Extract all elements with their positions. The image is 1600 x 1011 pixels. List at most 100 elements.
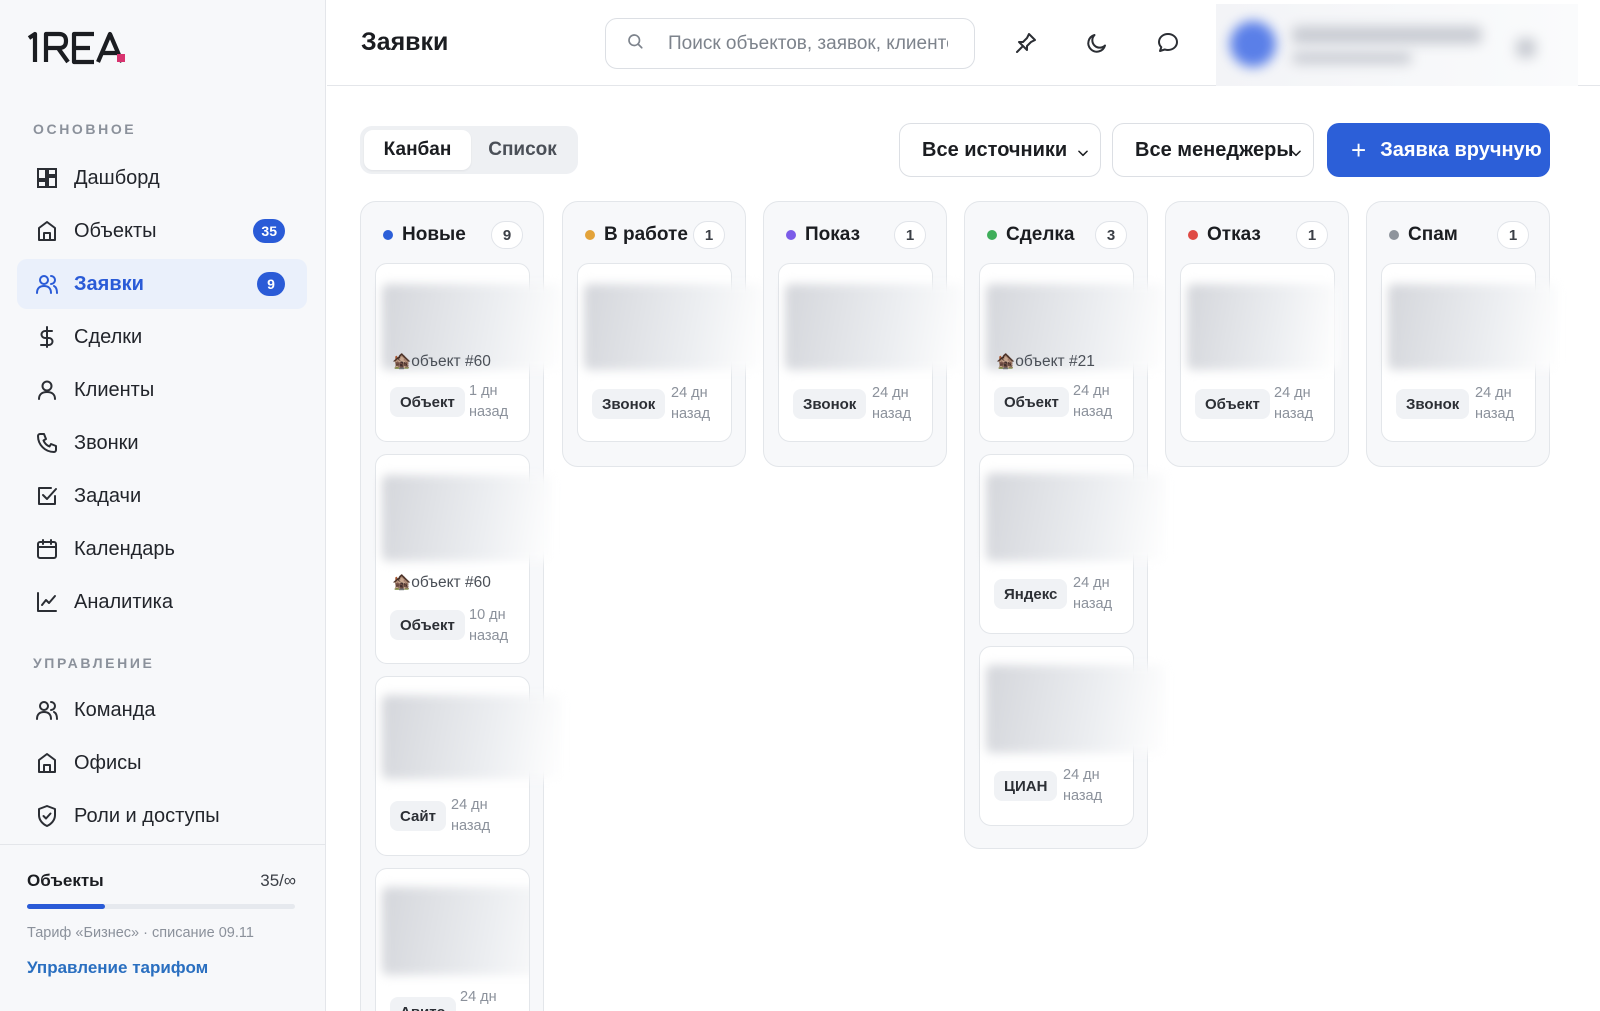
request-card[interactable]: Звонок 24 дн назад bbox=[577, 263, 764, 442]
card-time: 24 дн назад bbox=[1475, 383, 1514, 425]
usage-count: 35/∞ bbox=[260, 871, 296, 890]
kanban-column-new: Новые 9 🏚️объект #60 Объект 1 дн назад 🏚… bbox=[360, 201, 562, 1011]
sidebar-item-calendar[interactable]: Календарь bbox=[17, 524, 307, 574]
sidebar-item-label: Звонки bbox=[74, 431, 139, 454]
sidebar-item-label: Роли и доступы bbox=[74, 804, 220, 827]
sources-filter-value: Все источники bbox=[922, 138, 1068, 161]
app-logo[interactable] bbox=[26, 30, 146, 71]
chat-icon[interactable] bbox=[1153, 28, 1183, 58]
dashboard-icon bbox=[34, 165, 60, 191]
sidebar-item-label: Календарь bbox=[74, 537, 175, 560]
column-header: В работе 1 bbox=[563, 202, 745, 262]
card-time: 24 дн назад bbox=[1073, 381, 1112, 423]
card-object: 🏚️объект #21 bbox=[996, 353, 1095, 370]
user-profile[interactable] bbox=[1216, 4, 1578, 86]
managers-filter[interactable]: Все менеджеры bbox=[1112, 123, 1314, 177]
kanban-column-showing: Показ 1 Звонок 24 дн назад bbox=[763, 201, 965, 467]
card-time: 10 дн назад bbox=[469, 605, 508, 647]
card-time: 24 дн назад bbox=[1274, 383, 1313, 425]
kanban-column-rejected: Отказ 1 Объект 24 дн назад bbox=[1165, 201, 1349, 467]
dollar-icon bbox=[34, 324, 60, 350]
users-icon bbox=[34, 271, 60, 297]
column-count: 1 bbox=[693, 221, 725, 249]
card-title-redacted bbox=[785, 284, 965, 370]
view-switch: Канбан Список bbox=[360, 126, 578, 174]
status-dot bbox=[987, 230, 997, 240]
status-dot bbox=[786, 230, 796, 240]
manage-plan-link[interactable]: Управление тарифом bbox=[27, 958, 208, 978]
profile-menu-redacted bbox=[1516, 38, 1536, 58]
card-time-suffix: назад bbox=[469, 404, 509, 420]
card-time-value: 24 дн bbox=[451, 797, 488, 813]
chevron-down-icon bbox=[1289, 143, 1303, 166]
tab-list[interactable]: Список bbox=[471, 130, 574, 170]
search-input[interactable] bbox=[668, 32, 948, 55]
section-label-main: ОСНОВНОЕ bbox=[33, 121, 137, 137]
pin-icon[interactable] bbox=[1011, 28, 1041, 58]
request-card[interactable]: 🏚️объект #60 Объект 1 дн назад bbox=[375, 263, 562, 442]
sidebar-item-label: Команда bbox=[74, 698, 156, 721]
requests-count-badge: 9 bbox=[257, 272, 285, 296]
sidebar-item-dashboard[interactable]: Дашборд bbox=[17, 153, 307, 203]
sidebar-item-tasks[interactable]: Задачи bbox=[17, 471, 307, 521]
column-header: Новые 9 bbox=[361, 202, 543, 262]
request-card[interactable]: 🏚️объект #21 Объект 24 дн назад bbox=[979, 263, 1166, 442]
sidebar-item-requests[interactable]: Заявки 9 bbox=[17, 259, 307, 309]
sidebar-item-team[interactable]: Команда bbox=[17, 685, 307, 735]
source-tag: Объект bbox=[1195, 389, 1270, 419]
avatar bbox=[1230, 21, 1276, 67]
source-tag: Объект bbox=[994, 387, 1069, 417]
column-count: 1 bbox=[1497, 221, 1529, 249]
sidebar-item-deals[interactable]: Сделки bbox=[17, 312, 307, 362]
office-icon bbox=[34, 750, 60, 776]
card-time-value: 24 дн bbox=[1274, 385, 1311, 401]
sidebar-item-analytics[interactable]: Аналитика bbox=[17, 577, 307, 627]
card-time: 24 дн назад bbox=[872, 383, 911, 425]
request-card[interactable]: 🏚️объект #60 Объект 10 дн назад bbox=[375, 454, 552, 664]
column-count: 1 bbox=[1296, 221, 1328, 249]
top-header: Заявки bbox=[327, 0, 1600, 86]
source-tag: Яндекс bbox=[994, 579, 1068, 609]
request-card[interactable]: Звонок 24 дн назад bbox=[778, 263, 965, 442]
card-time: 24 дн bbox=[460, 987, 497, 1008]
sidebar-item-calls[interactable]: Звонки bbox=[17, 418, 307, 468]
card-title-redacted bbox=[1388, 284, 1558, 370]
card-time-suffix: назад bbox=[1063, 788, 1103, 804]
source-tag: Авито bbox=[390, 997, 456, 1011]
card-title-redacted bbox=[986, 665, 1166, 753]
card-time: 24 дн назад bbox=[451, 795, 490, 837]
search-box[interactable] bbox=[605, 18, 975, 69]
sidebar-item-offices[interactable]: Офисы bbox=[17, 738, 307, 788]
add-request-button[interactable]: + Заявка вручную bbox=[1327, 123, 1550, 177]
column-count: 9 bbox=[491, 221, 523, 249]
add-request-label: Заявка вручную bbox=[1380, 138, 1542, 161]
sidebar-item-label: Дашборд bbox=[74, 166, 160, 189]
column-header: Отказ 1 bbox=[1166, 202, 1348, 262]
sidebar-item-label: Клиенты bbox=[74, 378, 155, 401]
request-card[interactable]: ЦИАН 24 дн назад bbox=[979, 646, 1166, 826]
request-card[interactable]: Авито 24 дн bbox=[375, 868, 530, 1011]
status-dot bbox=[1389, 230, 1399, 240]
card-time-value: 24 дн bbox=[1073, 383, 1110, 399]
request-card[interactable]: Звонок 24 дн назад bbox=[1381, 263, 1558, 442]
sidebar-item-clients[interactable]: Клиенты bbox=[17, 365, 307, 415]
status-dot bbox=[585, 230, 595, 240]
card-title-redacted bbox=[382, 887, 529, 975]
managers-filter-value: Все менеджеры bbox=[1135, 138, 1294, 161]
shield-icon bbox=[34, 803, 60, 829]
building-icon bbox=[34, 218, 60, 244]
request-card[interactable]: Яндекс 24 дн назад bbox=[979, 454, 1166, 634]
sources-filter[interactable]: Все источники bbox=[899, 123, 1101, 177]
source-tag: Звонок bbox=[1396, 389, 1470, 419]
card-time-suffix: назад bbox=[451, 818, 491, 834]
sidebar-item-roles[interactable]: Роли и доступы bbox=[17, 791, 307, 841]
sidebar-item-objects[interactable]: Объекты 35 bbox=[17, 206, 307, 256]
sidebar-item-label: Сделки bbox=[74, 325, 143, 348]
moon-icon[interactable] bbox=[1082, 28, 1112, 58]
column-title: В работе bbox=[604, 224, 688, 245]
tab-kanban[interactable]: Канбан bbox=[364, 130, 471, 170]
usage-progress-bar bbox=[27, 904, 295, 909]
request-card[interactable]: Сайт 24 дн назад bbox=[375, 676, 562, 856]
request-card[interactable]: Объект 24 дн назад bbox=[1180, 263, 1337, 442]
card-time-suffix: назад bbox=[1073, 404, 1113, 420]
